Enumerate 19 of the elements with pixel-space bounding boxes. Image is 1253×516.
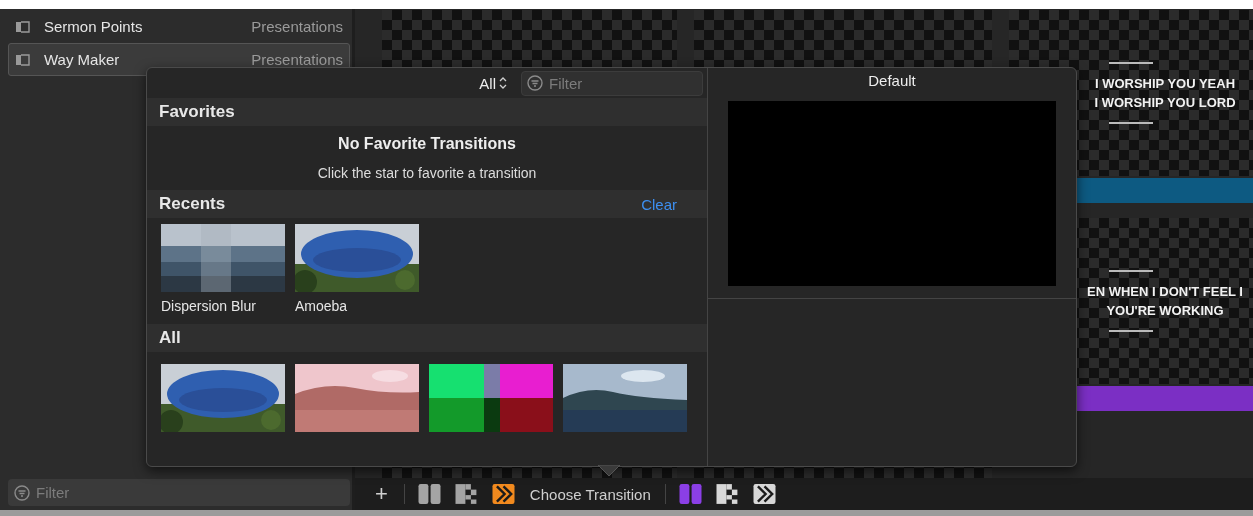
clear-link[interactable]: Clear bbox=[641, 195, 677, 213]
lyric-line: I WORSHIP YOU YEAH bbox=[1094, 76, 1236, 91]
transition-name: Dispersion Blur bbox=[161, 298, 257, 314]
preview-title: Default bbox=[868, 72, 916, 89]
sidebar-item[interactable]: Sermon Points Presentations bbox=[8, 10, 350, 43]
section-title: Favorites bbox=[159, 102, 235, 122]
filter-field[interactable]: Filter bbox=[8, 479, 350, 506]
add-button[interactable]: + bbox=[371, 481, 392, 507]
scope-selector[interactable]: All bbox=[479, 74, 507, 92]
empty-title: No Favorite Transitions bbox=[338, 135, 516, 153]
empty-hint: Click the star to favorite a transition bbox=[317, 165, 537, 181]
choose-transition-button[interactable]: Choose Transition bbox=[527, 485, 653, 503]
lyric-line: YOU'RE WORKING bbox=[1106, 303, 1224, 318]
lyric-line: I WORSHIP YOU LORD bbox=[1094, 95, 1236, 110]
section-title: All bbox=[159, 328, 181, 348]
lyric-line: EN WHEN I DON'T FEEL I bbox=[1087, 284, 1243, 299]
transition-name: Amoeba bbox=[295, 298, 349, 314]
section-title: Recents bbox=[159, 194, 226, 214]
filter-field[interactable]: Filter bbox=[521, 70, 703, 96]
